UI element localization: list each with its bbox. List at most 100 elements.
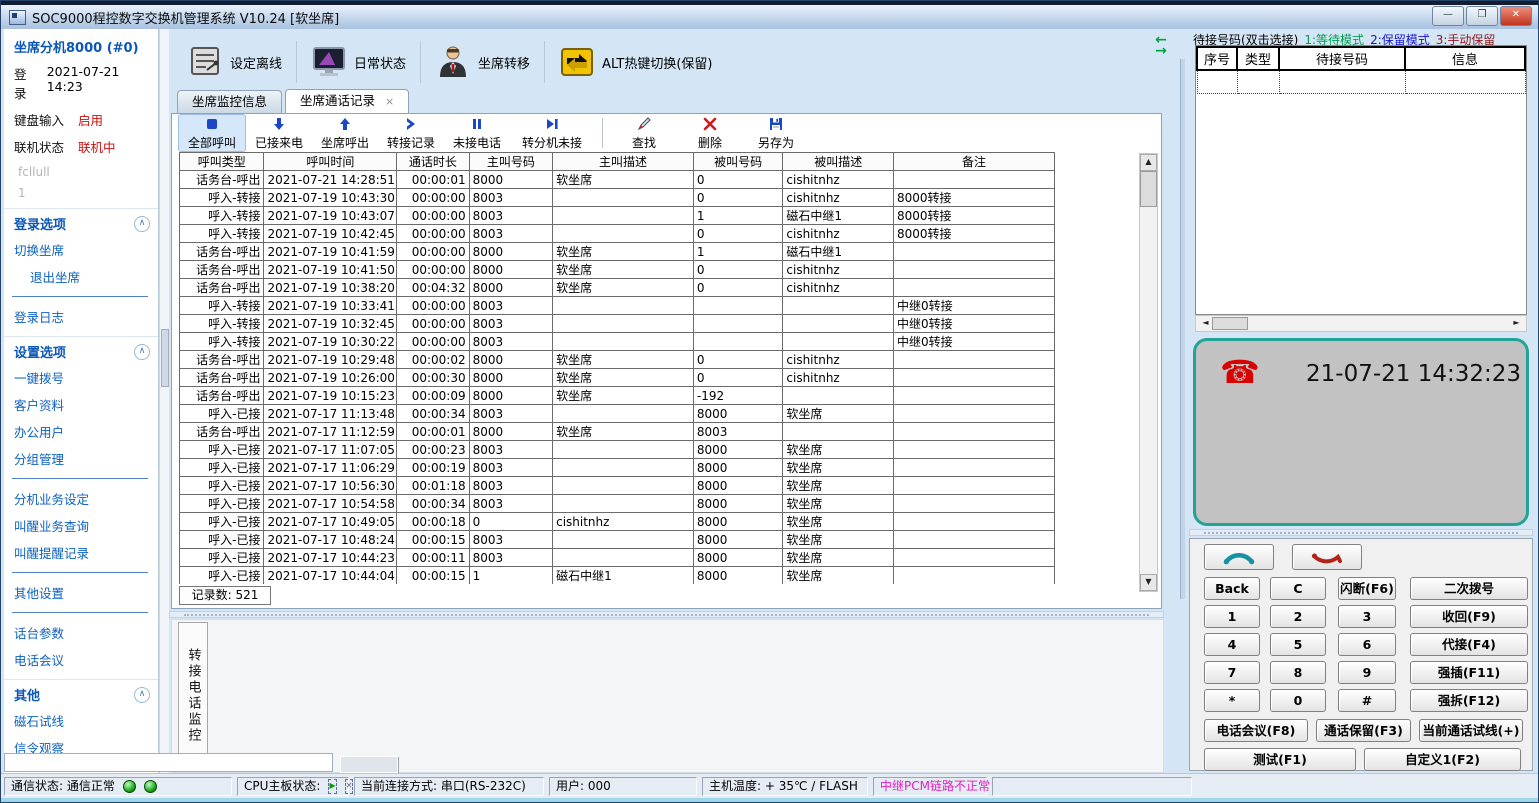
toolbar-button-ALT热键切换(保留)[interactable]: ALT热键切换(保留) [549,40,722,84]
tab-坐席通话记录[interactable]: 坐席通话记录× [285,89,409,113]
filter-button-全部呼叫[interactable]: 全部呼叫 [178,114,246,152]
scrollbar-thumb[interactable] [1140,171,1157,207]
column-header-被叫描述[interactable]: 被叫描述 [783,153,894,171]
table-row[interactable]: 话务台-呼出2021-07-19 10:41:5000:00:008000软坐席… [180,261,1055,279]
table-row[interactable]: 呼入-转接2021-07-19 10:30:2200:00:008003中继0转… [180,333,1055,351]
call-record-table[interactable]: 呼叫类型呼叫时间通话时长主叫号码主叫描述被叫号码被叫描述备注话务台-呼出2021… [179,152,1055,584]
table-row[interactable]: 话务台-呼出2021-07-19 10:38:2000:04:328000软坐席… [180,279,1055,297]
call-table-scrollbar[interactable]: ▲ ▼ [1139,153,1158,592]
dialpad-key-代接(F4)[interactable]: 代接(F4) [1410,633,1528,656]
dialpad-key-4[interactable]: 4 [1204,633,1260,656]
column-header-主叫描述[interactable]: 主叫描述 [553,153,694,171]
filter-button-已接来电[interactable]: 已接来电 [246,115,312,151]
dialpad-key-二次拨号[interactable]: 二次拨号 [1410,577,1528,600]
pending-numbers-table[interactable]: 序号类型待接号码信息 [1195,45,1527,315]
column-header-呼叫时间[interactable]: 呼叫时间 [264,153,397,171]
right-splitter[interactable] [1189,529,1533,536]
sidebar-item-客户资料[interactable]: 客户资料 [4,391,158,418]
table-row[interactable]: 呼入-已接2021-07-17 10:48:2400:00:1580038000… [180,531,1055,549]
scroll-left-icon[interactable]: ◄ [1198,316,1213,331]
table-row[interactable]: 呼入-转接2021-07-19 10:42:4500:00:0080030cis… [180,225,1055,243]
hangup-button[interactable] [1292,544,1362,570]
scroll-up-icon[interactable]: ▲ [1140,154,1157,171]
dialpad-key-强插(F11)[interactable]: 强插(F11) [1410,661,1528,684]
scroll-down-icon[interactable]: ▼ [1140,574,1157,591]
dialpad-key-2[interactable]: 2 [1270,605,1326,628]
table-row[interactable]: 话务台-呼出2021-07-19 10:41:5900:00:008000软坐席… [180,243,1055,261]
dialpad-key-*[interactable]: * [1204,689,1260,712]
sidebar-item-分组管理[interactable]: 分组管理 [4,445,158,472]
call-table[interactable]: 呼叫类型呼叫时间通话时长主叫号码主叫描述被叫号码被叫描述备注话务台-呼出2021… [179,152,1057,584]
table-row[interactable]: 呼入-已接2021-07-17 11:07:0500:00:2380038000… [180,441,1055,459]
answer-button[interactable] [1204,544,1274,570]
sidebar-section-header[interactable]: 登录选项∧ [4,208,158,236]
function-button-自定义1(F2)[interactable]: 自定义1(F2) [1364,748,1521,771]
dialpad-key-6[interactable]: 6 [1338,633,1396,656]
filter-button-删除[interactable]: 删除 [677,115,743,151]
sidebar-item-叫醒提醒记录[interactable]: 叫醒提醒记录 [4,539,158,566]
dialpad-key-7[interactable]: 7 [1204,661,1260,684]
table-row[interactable]: 呼入-已接2021-07-17 11:06:2900:00:1980038000… [180,459,1055,477]
minimize-button[interactable]: — [1432,6,1464,26]
sidebar-item-话台参数[interactable]: 话台参数 [4,619,158,646]
collapse-chevron-icon[interactable]: ∧ [134,216,150,232]
column-header-备注[interactable]: 备注 [894,153,1055,171]
table-row[interactable]: 话务台-呼出2021-07-21 14:28:5100:00:018000软坐席… [180,171,1055,189]
sidebar-item-叫醒业务查询[interactable]: 叫醒业务查询 [4,512,158,539]
pending-empty-row[interactable] [1197,70,1525,94]
dialpad-key-C[interactable]: C [1270,577,1326,600]
sidebar-item-退出坐席[interactable]: 退出坐席 [4,263,158,290]
filter-button-转分机未接[interactable]: 转分机未接 [510,115,594,151]
pending-table[interactable]: 序号类型待接号码信息 [1196,46,1526,94]
dialpad-key-5[interactable]: 5 [1270,633,1326,656]
table-row[interactable]: 呼入-转接2021-07-19 10:43:0700:00:0080031磁石中… [180,207,1055,225]
sidebar-section-header[interactable]: 设置选项∧ [4,336,158,364]
tab-坐席监控信息[interactable]: 坐席监控信息 [177,90,282,113]
dialpad-key-9[interactable]: 9 [1338,661,1396,684]
table-row[interactable]: 呼入-已接2021-07-17 10:54:5800:00:3480038000… [180,495,1055,513]
dialpad-key-强拆(F12)[interactable]: 强拆(F12) [1410,689,1528,712]
dialpad-key-0[interactable]: 0 [1270,689,1326,712]
sidebar-item-磁石试线[interactable]: 磁石试线 [4,707,158,734]
function-button-测试(F1)[interactable]: 测试(F1) [1204,748,1356,771]
toolbar-button-设定离线[interactable]: 设定离线 [177,40,292,84]
sidebar-item-办公用户[interactable]: 办公用户 [4,418,158,445]
panel-collapse-arrows-icon[interactable]: ←→ [1150,35,1172,57]
filter-button-坐席呼出[interactable]: 坐席呼出 [312,115,378,151]
hscrollbar-thumb[interactable] [1212,317,1248,330]
scroll-right-icon[interactable]: ► [1509,316,1524,331]
dialpad-key-8[interactable]: 8 [1270,661,1326,684]
table-row[interactable]: 呼入-已接2021-07-17 11:13:4800:00:3480038000… [180,405,1055,423]
table-row[interactable]: 呼入-转接2021-07-19 10:32:4500:00:008003中继0转… [180,315,1055,333]
horizontal-splitter[interactable] [169,611,1164,618]
function-button-电话会议(F8)[interactable]: 电话会议(F8) [1204,719,1308,742]
transfer-monitor-vertical-tab[interactable]: 转接电话监控 [178,622,208,770]
filter-button-另存为[interactable]: 另存为 [743,115,809,151]
pending-table-hscrollbar[interactable]: ◄ ► [1195,315,1527,332]
table-row[interactable]: 呼入-已接2021-07-17 10:56:3000:01:1880038000… [180,477,1055,495]
dialpad-key-闪断(F6)[interactable]: 闪断(F6) [1338,577,1396,600]
table-row[interactable]: 呼入-转接2021-07-19 10:33:4100:00:008003中继0转… [180,297,1055,315]
sidebar-item-其他设置[interactable]: 其他设置 [4,579,158,606]
dialpad-key-Back[interactable]: Back [1204,577,1260,600]
filter-button-未接电话[interactable]: 未接电话 [444,115,510,151]
bottom-input-strip[interactable] [4,753,333,772]
sidebar-item-一键拨号[interactable]: 一键拨号 [4,364,158,391]
toolbar-button-日常状态[interactable]: 日常状态 [301,40,416,84]
sidebar-item-电话会议[interactable]: 电话会议 [4,646,158,673]
filter-button-查找[interactable]: 查找 [611,115,677,151]
sidebar-item-登录日志[interactable]: 登录日志 [4,303,158,330]
column-header-主叫号码[interactable]: 主叫号码 [469,153,552,171]
dialpad-key-#[interactable]: # [1338,689,1396,712]
maximize-button[interactable]: ❐ [1466,6,1498,26]
sidebar-scrollbar[interactable] [159,29,169,773]
table-row[interactable]: 呼入-转接2021-07-19 10:43:3000:00:0080030cis… [180,189,1055,207]
collapse-chevron-icon[interactable]: ∧ [134,687,150,703]
function-button-当前通话试线(+)[interactable]: 当前通话试线(+) [1419,719,1523,742]
table-row[interactable]: 话务台-呼出2021-07-19 10:29:4800:00:028000软坐席… [180,351,1055,369]
tab-close-icon[interactable]: × [385,95,394,108]
table-row[interactable]: 呼入-已接2021-07-17 10:49:0500:00:180cishitn… [180,513,1055,531]
toolbar-button-坐席转移[interactable]: 坐席转移 [425,40,540,84]
collapse-chevron-icon[interactable]: ∧ [134,344,150,360]
function-button-通话保留(F3)[interactable]: 通话保留(F3) [1316,719,1411,742]
